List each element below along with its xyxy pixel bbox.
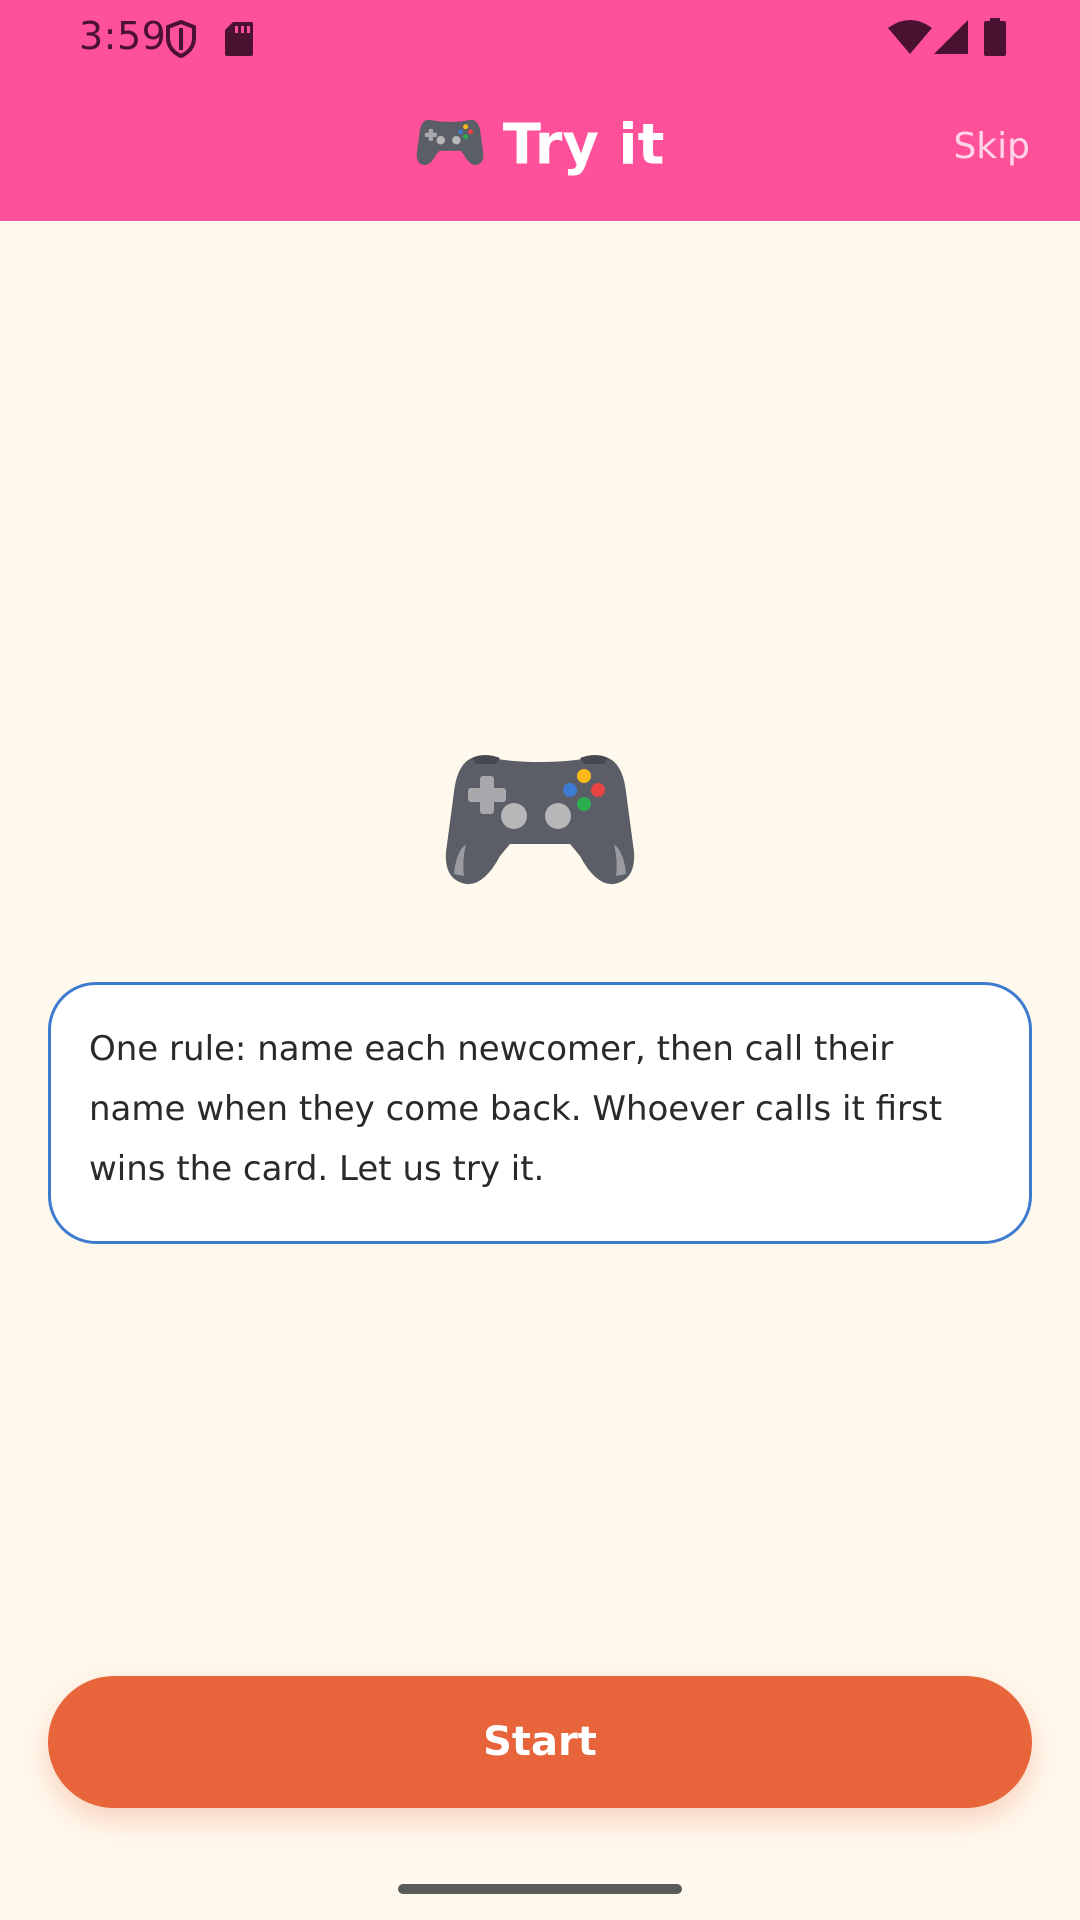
shield-icon — [166, 20, 196, 58]
battery-icon — [984, 18, 1006, 56]
page-title: Try it — [502, 112, 665, 178]
status-time: 3:59 — [79, 14, 167, 58]
home-indicator[interactable] — [398, 1884, 682, 1894]
signal-icon — [934, 20, 968, 54]
sd-card-icon — [225, 22, 253, 56]
game-controller-icon — [445, 755, 635, 885]
status-bar: 3:59 — [0, 0, 1080, 75]
message-box: One rule: name each newcomer, then call … — [48, 982, 1032, 1244]
start-button[interactable]: Start — [48, 1676, 1032, 1808]
title-row: Try it — [0, 95, 1080, 195]
wifi-icon — [888, 20, 932, 54]
app-header: 3:59 Try it Skip — [0, 0, 1080, 221]
game-controller-icon — [416, 119, 483, 165]
skip-button[interactable]: Skip — [953, 126, 1030, 167]
